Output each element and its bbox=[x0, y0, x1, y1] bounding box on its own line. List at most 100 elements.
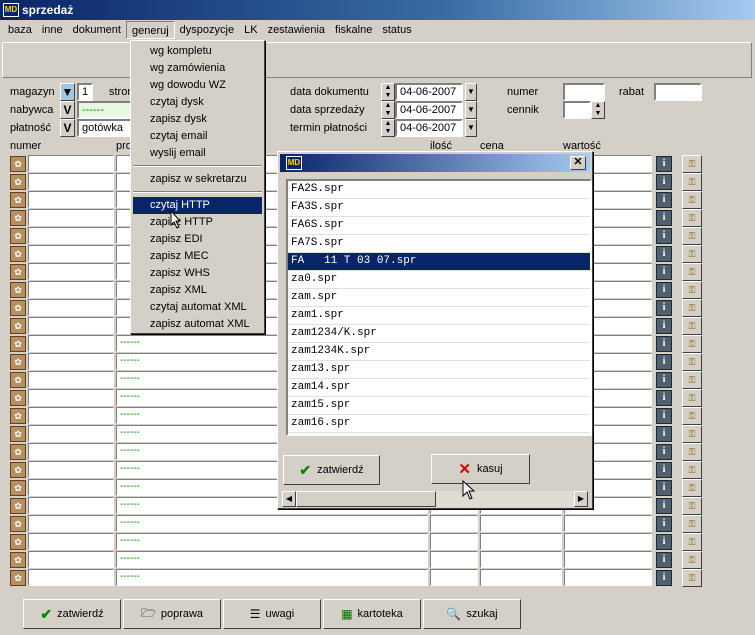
data-sprzedazy-dropdown[interactable]: ▼ bbox=[465, 101, 477, 119]
numer-cell[interactable] bbox=[28, 533, 114, 550]
item-picker-icon[interactable]: ✿ bbox=[10, 444, 26, 460]
numer-cell[interactable] bbox=[28, 461, 114, 478]
item-picker-icon[interactable]: ✿ bbox=[10, 426, 26, 442]
menu-item-zapisz-mec[interactable]: zapisz MEC bbox=[133, 248, 262, 265]
menu-item-czytaj-automat-xml[interactable]: czytaj automat XML bbox=[133, 299, 262, 316]
produkt-cell[interactable]: ------ bbox=[116, 551, 428, 568]
info-icon[interactable]: i bbox=[656, 372, 672, 388]
menu-item-zapisz-w-sekretarzu[interactable]: zapisz w sekretarzu bbox=[133, 171, 262, 188]
produkt-cell[interactable]: ------ bbox=[116, 569, 428, 586]
item-picker-icon[interactable]: ✿ bbox=[10, 408, 26, 424]
item-picker-icon[interactable]: ✿ bbox=[10, 516, 26, 532]
kartoteka-button[interactable]: ▦ kartoteka bbox=[323, 599, 421, 629]
cennik-spinner[interactable]: ▲ ▼ bbox=[591, 101, 605, 119]
menu-generuj[interactable]: generuj bbox=[125, 21, 175, 39]
file-list-item[interactable]: FA2S.spr bbox=[288, 181, 590, 199]
file-list-item[interactable]: FA3S.spr bbox=[288, 199, 590, 217]
item-picker-icon[interactable]: ✿ bbox=[10, 462, 26, 478]
termin-field[interactable]: 04-06-2007 bbox=[395, 119, 463, 137]
item-picker-icon[interactable]: ✿ bbox=[10, 534, 26, 550]
key-icon[interactable]: ⚿ bbox=[682, 515, 702, 533]
menu-status[interactable]: status bbox=[377, 21, 416, 39]
key-icon[interactable]: ⚿ bbox=[682, 443, 702, 461]
info-icon[interactable]: i bbox=[656, 498, 672, 514]
file-list-item[interactable]: FA6S.spr bbox=[288, 217, 590, 235]
file-list-item[interactable]: zam1.spr bbox=[288, 307, 590, 325]
menu-inne[interactable]: inne bbox=[37, 21, 68, 39]
key-icon[interactable]: ⚿ bbox=[682, 425, 702, 443]
numer-cell[interactable] bbox=[28, 317, 114, 334]
menu-item-wg-zamowienia[interactable]: wg zamówienia bbox=[133, 60, 262, 77]
scroll-thumb[interactable] bbox=[296, 491, 436, 507]
wartosc-cell[interactable] bbox=[564, 533, 652, 550]
menu-item-czytaj-email[interactable]: czytaj email bbox=[133, 128, 262, 145]
poprawa-button[interactable]: 🗁 poprawa bbox=[123, 599, 221, 629]
wartosc-cell[interactable] bbox=[564, 569, 652, 586]
numer-field[interactable] bbox=[563, 83, 605, 101]
numer-cell[interactable] bbox=[28, 551, 114, 568]
ilosc-cell[interactable] bbox=[430, 569, 478, 586]
magazyn-picker-button[interactable]: ▼ bbox=[60, 83, 75, 101]
key-icon[interactable]: ⚿ bbox=[682, 569, 702, 587]
menu-item-zapisz-dysk[interactable]: zapisz dysk bbox=[133, 111, 262, 128]
numer-cell[interactable] bbox=[28, 371, 114, 388]
item-picker-icon[interactable]: ✿ bbox=[10, 300, 26, 316]
info-icon[interactable]: i bbox=[656, 570, 672, 586]
zatwierdz-button[interactable]: ✔ zatwierdź bbox=[23, 599, 121, 629]
key-icon[interactable]: ⚿ bbox=[682, 245, 702, 263]
numer-cell[interactable] bbox=[28, 335, 114, 352]
szukaj-button[interactable]: 🔍 szukaj bbox=[423, 599, 521, 629]
info-icon[interactable]: i bbox=[656, 516, 672, 532]
key-icon[interactable]: ⚿ bbox=[682, 497, 702, 515]
key-icon[interactable]: ⚿ bbox=[682, 371, 702, 389]
info-icon[interactable]: i bbox=[656, 534, 672, 550]
item-picker-icon[interactable]: ✿ bbox=[10, 210, 26, 226]
item-picker-icon[interactable]: ✿ bbox=[10, 318, 26, 334]
menu-item-zapisz-edi[interactable]: zapisz EDI bbox=[133, 231, 262, 248]
item-picker-icon[interactable]: ✿ bbox=[10, 192, 26, 208]
item-picker-icon[interactable]: ✿ bbox=[10, 354, 26, 370]
numer-cell[interactable] bbox=[28, 281, 114, 298]
key-icon[interactable]: ⚿ bbox=[682, 155, 702, 173]
numer-cell[interactable] bbox=[28, 263, 114, 280]
numer-cell[interactable] bbox=[28, 515, 114, 532]
menu-item-czytaj-http[interactable]: czytaj HTTP bbox=[133, 197, 262, 214]
menu-zestawienia[interactable]: zestawienia bbox=[263, 21, 330, 39]
info-icon[interactable]: i bbox=[656, 246, 672, 262]
cena-cell[interactable] bbox=[480, 515, 562, 532]
info-icon[interactable]: i bbox=[656, 462, 672, 478]
item-picker-icon[interactable]: ✿ bbox=[10, 372, 26, 388]
data-sprzedazy-spinner[interactable]: ▲ ▼ bbox=[381, 101, 395, 119]
info-icon[interactable]: i bbox=[656, 192, 672, 208]
key-icon[interactable]: ⚿ bbox=[682, 461, 702, 479]
termin-spinner[interactable]: ▲ ▼ bbox=[381, 119, 395, 137]
dialog-horizontal-scrollbar[interactable]: ◀ ▶ bbox=[282, 491, 588, 507]
dialog-confirm-button[interactable]: ✔ zatwierdź bbox=[283, 455, 380, 485]
numer-cell[interactable] bbox=[28, 407, 114, 424]
info-icon[interactable]: i bbox=[656, 282, 672, 298]
key-icon[interactable]: ⚿ bbox=[682, 191, 702, 209]
menu-item-czytaj-dysk[interactable]: czytaj dysk bbox=[133, 94, 262, 111]
key-icon[interactable]: ⚿ bbox=[682, 389, 702, 407]
info-icon[interactable]: i bbox=[656, 480, 672, 496]
key-icon[interactable]: ⚿ bbox=[682, 281, 702, 299]
cena-cell[interactable] bbox=[480, 551, 562, 568]
file-list-item[interactable]: zam13.spr bbox=[288, 361, 590, 379]
key-icon[interactable]: ⚿ bbox=[682, 317, 702, 335]
key-icon[interactable]: ⚿ bbox=[682, 551, 702, 569]
produkt-cell[interactable]: ------ bbox=[116, 515, 428, 532]
file-list[interactable]: FA2S.spr FA3S.spr FA6S.spr FA7S.spr FA 11 T … bbox=[286, 179, 592, 436]
file-list-item[interactable]: zam1234K.spr bbox=[288, 343, 590, 361]
item-picker-icon[interactable]: ✿ bbox=[10, 336, 26, 352]
item-picker-icon[interactable]: ✿ bbox=[10, 390, 26, 406]
numer-cell[interactable] bbox=[28, 227, 114, 244]
numer-cell[interactable] bbox=[28, 443, 114, 460]
item-picker-icon[interactable]: ✿ bbox=[10, 174, 26, 190]
wartosc-cell[interactable] bbox=[564, 551, 652, 568]
ilosc-cell[interactable] bbox=[430, 533, 478, 550]
menu-item-zapisz-automat-xml[interactable]: zapisz automat XML bbox=[133, 316, 262, 333]
uwagi-button[interactable]: ☰ uwagi bbox=[223, 599, 321, 629]
menu-baza[interactable]: baza bbox=[3, 21, 37, 39]
menu-dyspozycje[interactable]: dyspozycje bbox=[175, 21, 239, 39]
info-icon[interactable]: i bbox=[656, 156, 672, 172]
